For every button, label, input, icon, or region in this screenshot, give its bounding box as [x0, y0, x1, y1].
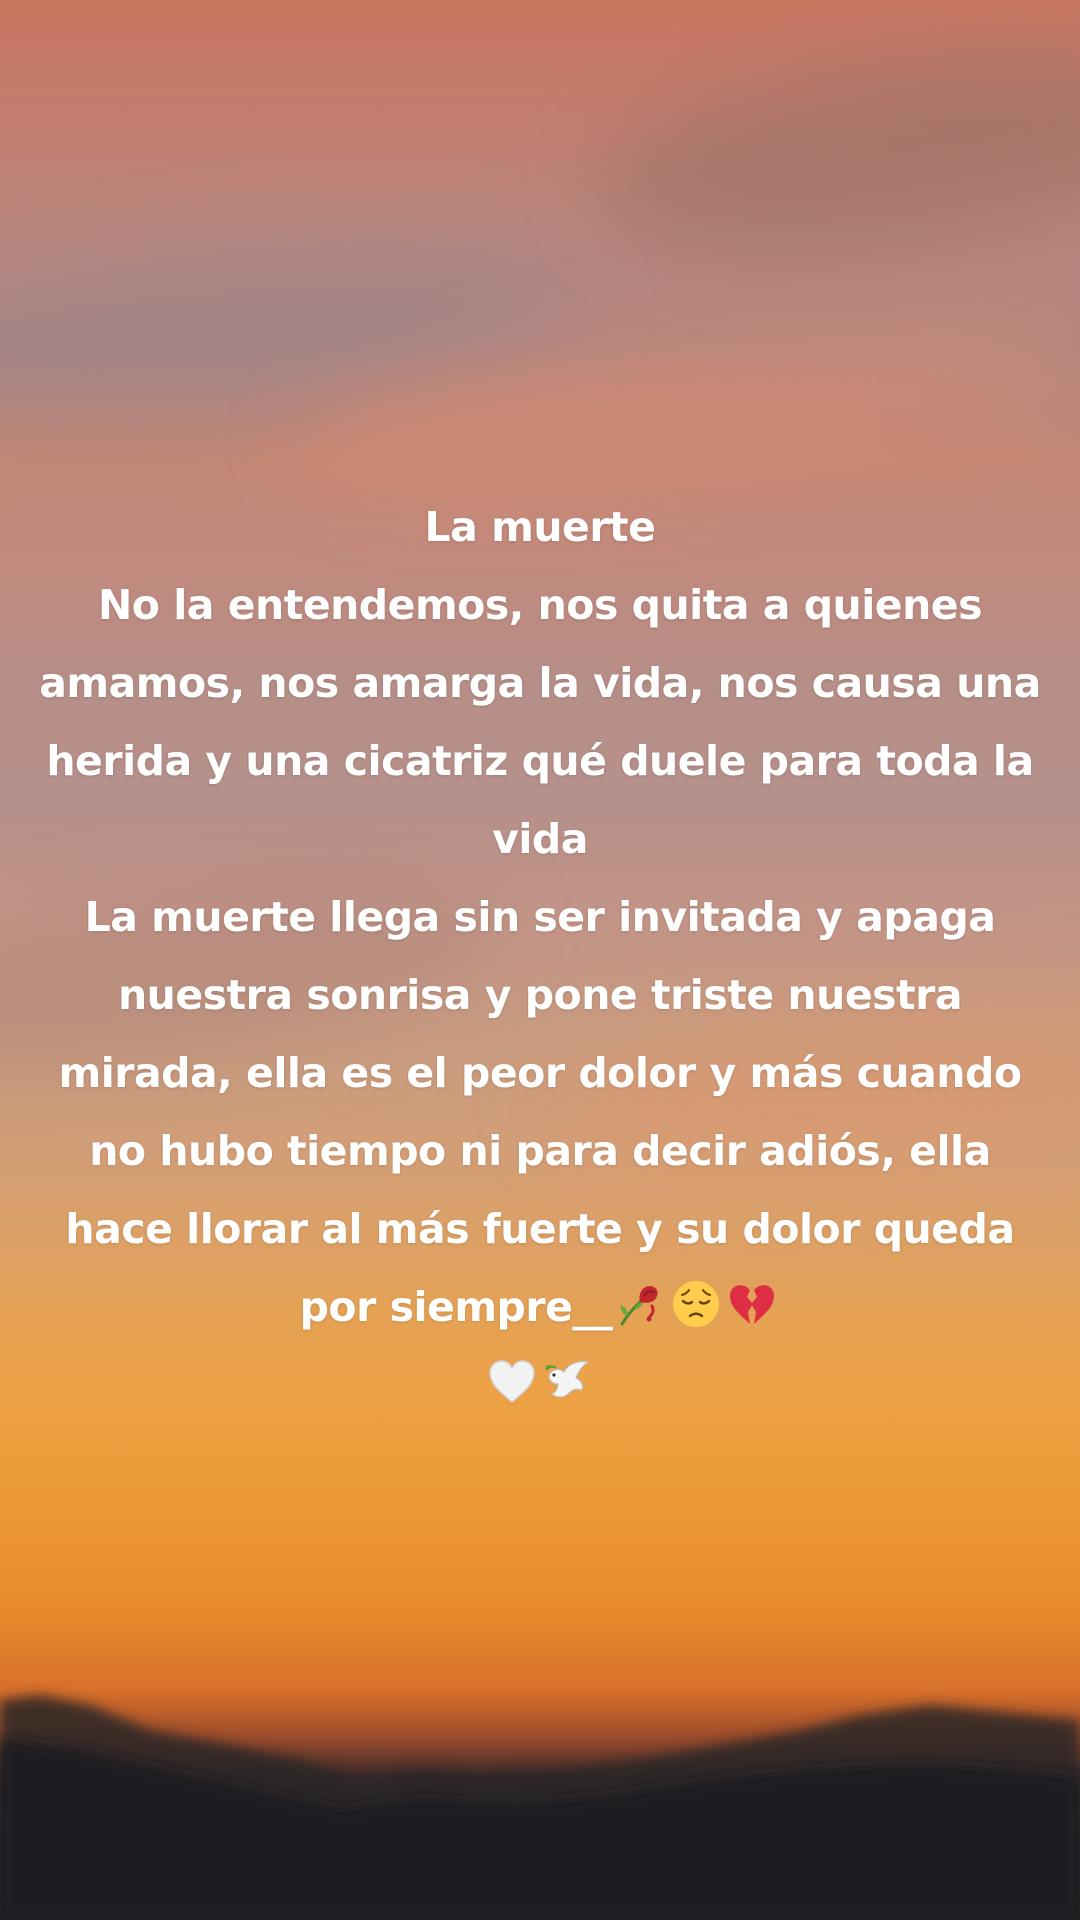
- broken-heart-icon: [730, 1285, 775, 1324]
- post-line: herida y una cicatriz qué duele para tod…: [46, 737, 1034, 785]
- post-text: La muerte No la entendemos, nos quita a …: [20, 488, 1060, 1424]
- post-line: nuestra sonrisa y pone triste nuestra: [117, 971, 963, 1019]
- post-line: amamos, nos amarga la vida, nos causa un…: [39, 659, 1041, 707]
- post-line-text: por siempre__: [299, 1283, 613, 1331]
- post-line: mirada, ella es el peor dolor y más cuan…: [58, 1049, 1022, 1097]
- post-line: No la entendemos, nos quita a quienes: [97, 581, 983, 629]
- white-heart-icon: [489, 1360, 535, 1403]
- post-line: vida: [492, 815, 588, 863]
- post-title: La muerte: [424, 503, 656, 551]
- pensive-face-icon: [673, 1281, 720, 1327]
- dove-icon: [545, 1360, 590, 1398]
- post-line: La muerte llega sin ser invitada y apaga: [84, 893, 996, 941]
- wilted-rose-icon: [620, 1286, 659, 1326]
- post-line: no hubo tiempo ni para decir adiós, ella: [89, 1127, 991, 1175]
- post-line-emoji: por siempre__: [20, 1268, 1060, 1346]
- post-line: hace llorar al más fuerte y su dolor que…: [65, 1205, 1015, 1253]
- post-line-emoji-2: [20, 1346, 1060, 1424]
